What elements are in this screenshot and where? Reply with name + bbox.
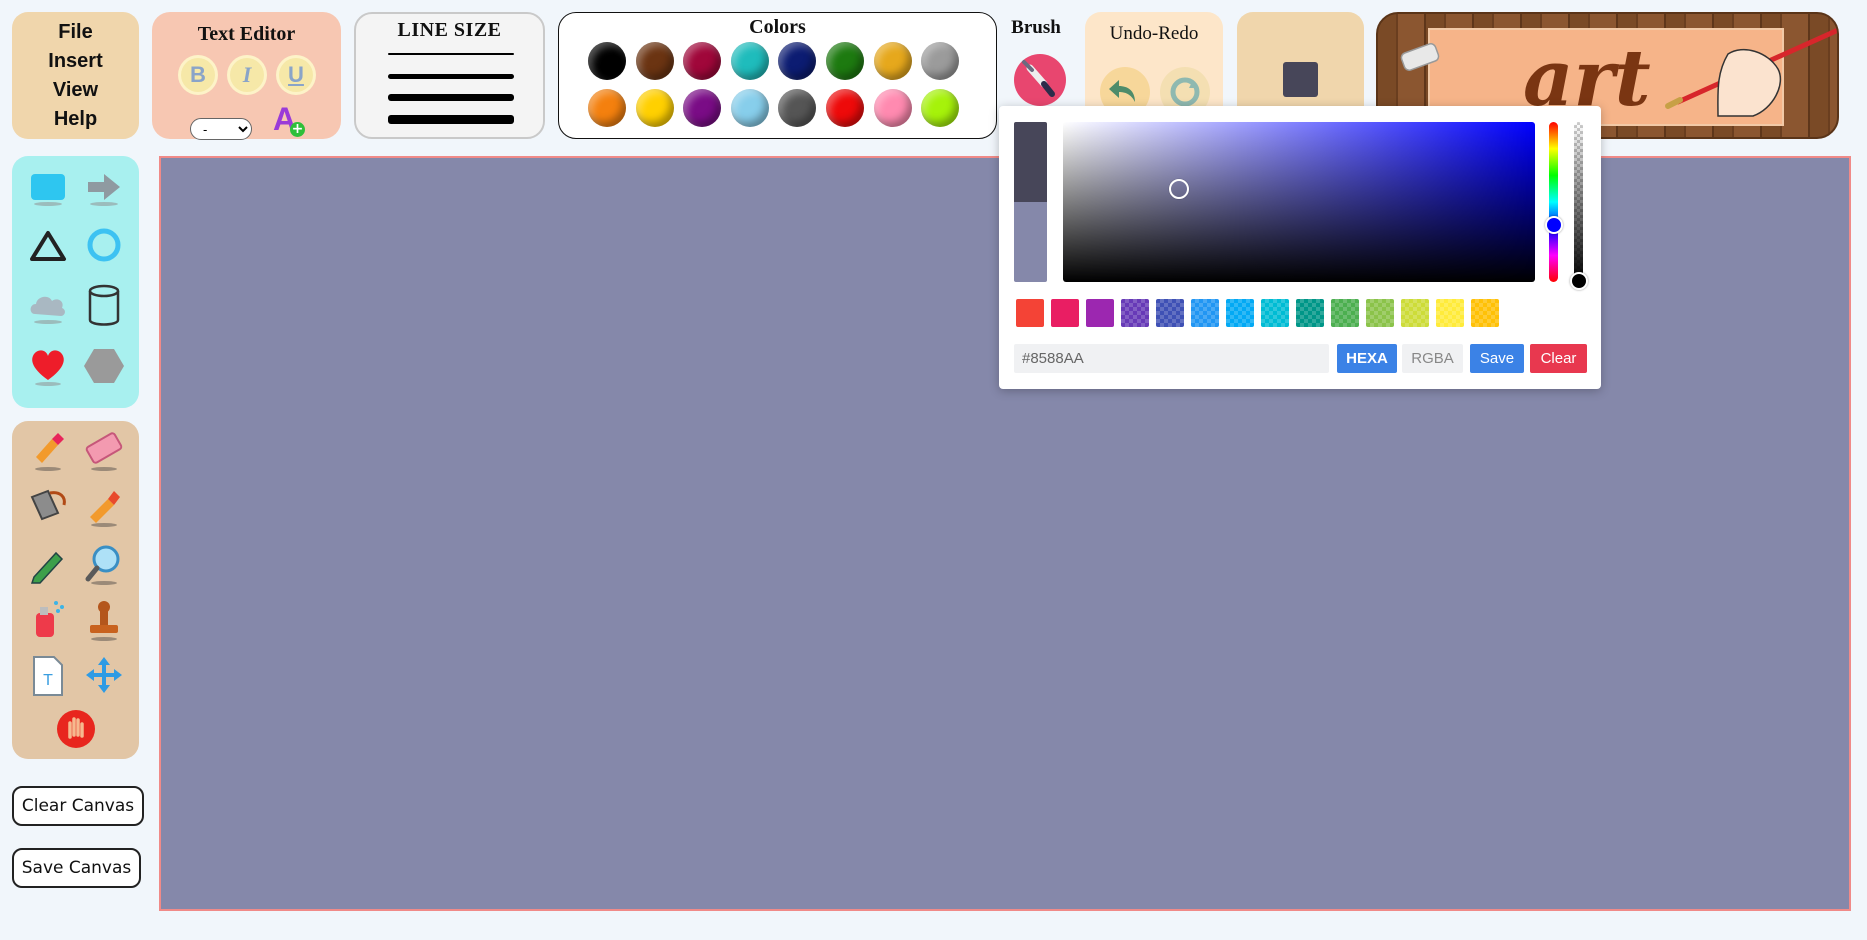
menu-item-insert[interactable]: Insert [48, 51, 102, 71]
undo-redo-title: Undo-Redo [1109, 23, 1199, 44]
menu-item-view[interactable]: View [53, 80, 98, 100]
brush-title: Brush [1011, 17, 1061, 38]
color-swatch[interactable] [873, 42, 912, 80]
picker-clear-button[interactable]: Clear [1530, 344, 1587, 373]
italic-button[interactable]: I [230, 58, 264, 92]
color-swatch[interactable] [778, 89, 817, 127]
spray-tool-icon[interactable] [26, 597, 70, 641]
color-swatch[interactable] [635, 89, 674, 127]
text-editor-title: Text Editor [197, 23, 296, 45]
zoom-tool-icon[interactable] [82, 541, 126, 585]
underline-button[interactable]: U [279, 58, 313, 92]
arrow-shape-icon[interactable] [82, 166, 126, 210]
color-selector-cursor[interactable] [1169, 179, 1189, 199]
font-color-button[interactable]: A + [270, 101, 305, 138]
picker-preset-swatch[interactable] [1016, 299, 1044, 327]
text-editor-panel: Text Editor B I U - A + [152, 12, 341, 140]
picker-preset-swatch[interactable] [1226, 299, 1254, 327]
hand-with-brush-icon [1665, 27, 1837, 117]
clear-canvas-button[interactable]: Clear Canvas [12, 786, 144, 826]
triangle-shape-icon[interactable] [26, 224, 70, 268]
menu-item-help[interactable]: Help [54, 109, 97, 129]
main-menu: File Insert View Help [12, 12, 139, 139]
picker-preset-swatch[interactable] [1331, 299, 1359, 327]
heart-shape-icon[interactable] [26, 344, 70, 388]
picker-preset-swatch[interactable] [1366, 299, 1394, 327]
tools-panel: T [12, 421, 139, 759]
colors-title: Colors [749, 16, 806, 38]
rgba-mode-button[interactable]: RGBA [1402, 344, 1463, 373]
color-preview [1014, 122, 1047, 282]
hue-slider-handle[interactable] [1545, 216, 1563, 234]
color-swatch[interactable] [826, 42, 864, 80]
rectangle-shape-icon[interactable] [26, 166, 70, 210]
color-picker-popover: HEXA RGBA Save Clear [999, 106, 1601, 389]
color-swatch[interactable] [588, 42, 626, 80]
picker-preset-swatch[interactable] [1086, 299, 1114, 327]
save-canvas-button[interactable]: Save Canvas [12, 848, 141, 888]
picker-preset-swatch[interactable] [1051, 299, 1079, 327]
svg-text:T: T [43, 672, 53, 689]
color-swatch[interactable] [778, 42, 817, 80]
color-swatch[interactable] [826, 89, 864, 127]
color-swatch[interactable] [683, 89, 722, 127]
new-color-swatch [1014, 202, 1047, 282]
bucket-fill-tool-icon[interactable] [26, 483, 70, 527]
line-size-1[interactable] [388, 53, 514, 55]
color-hex-input[interactable] [1014, 344, 1329, 373]
saturation-value-area[interactable] [1063, 122, 1535, 282]
opacity-slider-handle[interactable] [1570, 272, 1588, 290]
line-size-4[interactable] [388, 115, 514, 124]
picker-preset-swatch[interactable] [1436, 299, 1464, 327]
color-swatch[interactable] [873, 89, 912, 127]
color-picker-tool-icon[interactable] [26, 427, 70, 471]
bold-button[interactable]: B [181, 58, 215, 92]
picker-save-button[interactable]: Save [1470, 344, 1524, 373]
pen-tool-icon[interactable] [82, 483, 126, 527]
line-size-2[interactable] [388, 74, 514, 79]
shapes-panel [12, 156, 139, 408]
line-size-panel: LINE SIZE [354, 12, 545, 139]
brush-icon[interactable] [1014, 54, 1066, 106]
color-swatch[interactable] [730, 42, 769, 80]
picker-preset-swatch[interactable] [1296, 299, 1324, 327]
hexagon-shape-icon[interactable] [82, 344, 126, 388]
hue-slider[interactable] [1549, 122, 1558, 282]
hexa-mode-button[interactable]: HEXA [1337, 344, 1397, 373]
plus-icon: + [290, 121, 305, 137]
menu-item-file[interactable]: File [58, 22, 92, 42]
eraser-illustration-icon [1400, 43, 1440, 71]
color-swatch[interactable] [921, 42, 960, 80]
color-swatch[interactable] [921, 89, 960, 127]
color-swatch[interactable] [730, 89, 769, 127]
picker-preset-swatch[interactable] [1191, 299, 1219, 327]
color-swatch[interactable] [588, 89, 626, 127]
current-color-indicator[interactable] [1283, 62, 1318, 97]
picker-preset-swatch[interactable] [1471, 299, 1499, 327]
line-size-title: LINE SIZE [397, 19, 502, 41]
circle-shape-icon[interactable] [82, 224, 126, 268]
hand-pan-tool-icon[interactable] [54, 707, 98, 751]
line-size-3[interactable] [388, 94, 514, 101]
stamp-tool-icon[interactable] [82, 597, 126, 641]
picker-preset-swatch[interactable] [1156, 299, 1184, 327]
picker-preset-swatch[interactable] [1401, 299, 1429, 327]
move-tool-icon[interactable] [82, 653, 126, 697]
colors-panel: Colors [558, 12, 997, 139]
font-size-select[interactable]: - [190, 118, 252, 140]
cylinder-shape-icon[interactable] [82, 284, 126, 328]
color-swatch[interactable] [683, 42, 722, 80]
pencil-tool-icon[interactable] [26, 541, 70, 585]
previous-color-swatch[interactable] [1014, 122, 1047, 202]
picker-preset-swatch[interactable] [1261, 299, 1289, 327]
opacity-slider[interactable] [1574, 122, 1583, 282]
cloud-shape-icon[interactable] [26, 284, 70, 328]
picker-preset-swatch[interactable] [1121, 299, 1149, 327]
text-tool-icon[interactable]: T [26, 653, 70, 697]
color-swatch[interactable] [635, 42, 674, 80]
eraser-tool-icon[interactable] [82, 427, 126, 471]
